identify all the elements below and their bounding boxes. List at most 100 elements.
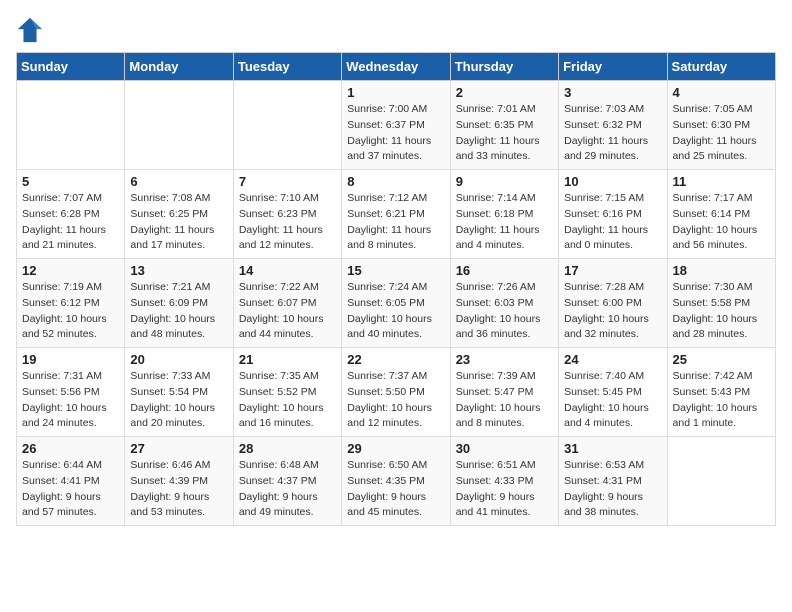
day-info: Sunrise: 6:51 AMSunset: 4:33 PMDaylight:… — [456, 458, 553, 521]
day-info: Sunrise: 7:28 AMSunset: 6:00 PMDaylight:… — [564, 280, 661, 343]
day-info: Sunrise: 6:50 AMSunset: 4:35 PMDaylight:… — [347, 458, 444, 521]
day-number: 4 — [673, 85, 770, 100]
day-info: Sunrise: 7:10 AMSunset: 6:23 PMDaylight:… — [239, 191, 336, 254]
day-info: Sunrise: 6:48 AMSunset: 4:37 PMDaylight:… — [239, 458, 336, 521]
day-info: Sunrise: 7:15 AMSunset: 6:16 PMDaylight:… — [564, 191, 661, 254]
day-info: Sunrise: 7:14 AMSunset: 6:18 PMDaylight:… — [456, 191, 553, 254]
day-header-monday: Monday — [125, 53, 233, 81]
calendar-cell: 2 Sunrise: 7:01 AMSunset: 6:35 PMDaylight… — [450, 81, 558, 170]
day-number: 3 — [564, 85, 661, 100]
day-number: 29 — [347, 441, 444, 456]
day-info: Sunrise: 7:39 AMSunset: 5:47 PMDaylight:… — [456, 369, 553, 432]
calendar-cell — [667, 437, 775, 526]
calendar-cell: 26Sunrise: 6:44 AMSunset: 4:41 PMDayligh… — [17, 437, 125, 526]
day-info: Sunrise: 7:31 AMSunset: 5:56 PMDaylight:… — [22, 369, 119, 432]
day-header-tuesday: Tuesday — [233, 53, 341, 81]
day-number: 2 — [456, 85, 553, 100]
day-info: Sunrise: 7:37 AMSunset: 5:50 PMDaylight:… — [347, 369, 444, 432]
calendar-cell — [233, 81, 341, 170]
calendar-cell: 23 Sunrise: 7:39 AMSunset: 5:47 PMDayligh… — [450, 348, 558, 437]
day-number: 14 — [239, 263, 336, 278]
day-number: 9 — [456, 174, 553, 189]
day-info: Sunrise: 7:30 AMSunset: 5:58 PMDaylight:… — [673, 280, 770, 343]
day-info: Sunrise: 7:01 AMSunset: 6:35 PMDaylight:… — [456, 102, 553, 165]
day-info: Sunrise: 7:19 AMSunset: 6:12 PMDaylight:… — [22, 280, 119, 343]
day-info: Sunrise: 7:22 AMSunset: 6:07 PMDaylight:… — [239, 280, 336, 343]
day-info: Sunrise: 7:17 AMSunset: 6:14 PMDaylight:… — [673, 191, 770, 254]
day-info: Sunrise: 7:08 AMSunset: 6:25 PMDaylight:… — [130, 191, 227, 254]
day-number: 24 — [564, 352, 661, 367]
day-info: Sunrise: 7:12 AMSunset: 6:21 PMDaylight:… — [347, 191, 444, 254]
calendar-cell: 3 Sunrise: 7:03 AMSunset: 6:32 PMDaylight… — [559, 81, 667, 170]
calendar-cell: 6 Sunrise: 7:08 AMSunset: 6:25 PMDaylight… — [125, 170, 233, 259]
day-number: 7 — [239, 174, 336, 189]
calendar-cell: 15 Sunrise: 7:24 AMSunset: 6:05 PMDayligh… — [342, 259, 450, 348]
calendar-cell: 27Sunrise: 6:46 AMSunset: 4:39 PMDayligh… — [125, 437, 233, 526]
day-number: 17 — [564, 263, 661, 278]
day-info: Sunrise: 7:33 AMSunset: 5:54 PMDaylight:… — [130, 369, 227, 432]
day-number: 30 — [456, 441, 553, 456]
day-info: Sunrise: 6:53 AMSunset: 4:31 PMDaylight:… — [564, 458, 661, 521]
day-number: 28 — [239, 441, 336, 456]
day-info: Sunrise: 7:03 AMSunset: 6:32 PMDaylight:… — [564, 102, 661, 165]
calendar-cell — [125, 81, 233, 170]
calendar-cell: 16 Sunrise: 7:26 AMSunset: 6:03 PMDayligh… — [450, 259, 558, 348]
day-number: 31 — [564, 441, 661, 456]
day-number: 21 — [239, 352, 336, 367]
calendar-cell: 31 Sunrise: 6:53 AMSunset: 4:31 PMDayligh… — [559, 437, 667, 526]
calendar-cell: 1Sunrise: 7:00 AMSunset: 6:37 PMDaylight… — [342, 81, 450, 170]
calendar-cell: 24 Sunrise: 7:40 AMSunset: 5:45 PMDayligh… — [559, 348, 667, 437]
calendar-cell: 8 Sunrise: 7:12 AMSunset: 6:21 PMDaylight… — [342, 170, 450, 259]
day-number: 12 — [22, 263, 119, 278]
day-number: 20 — [130, 352, 227, 367]
calendar-cell: 5 Sunrise: 7:07 AMSunset: 6:28 PMDaylight… — [17, 170, 125, 259]
day-number: 25 — [673, 352, 770, 367]
day-info: Sunrise: 7:42 AMSunset: 5:43 PMDaylight:… — [673, 369, 770, 432]
day-number: 6 — [130, 174, 227, 189]
calendar-cell: 13 Sunrise: 7:21 AMSunset: 6:09 PMDayligh… — [125, 259, 233, 348]
calendar-cell: 20 Sunrise: 7:33 AMSunset: 5:54 PMDayligh… — [125, 348, 233, 437]
calendar-cell: 25 Sunrise: 7:42 AMSunset: 5:43 PMDayligh… — [667, 348, 775, 437]
logo-icon — [16, 16, 44, 44]
day-number: 16 — [456, 263, 553, 278]
calendar-cell: 7 Sunrise: 7:10 AMSunset: 6:23 PMDaylight… — [233, 170, 341, 259]
day-info: Sunrise: 7:07 AMSunset: 6:28 PMDaylight:… — [22, 191, 119, 254]
day-number: 8 — [347, 174, 444, 189]
calendar-cell: 11Sunrise: 7:17 AMSunset: 6:14 PMDayligh… — [667, 170, 775, 259]
day-header-sunday: Sunday — [17, 53, 125, 81]
calendar-cell: 29 Sunrise: 6:50 AMSunset: 4:35 PMDayligh… — [342, 437, 450, 526]
day-info: Sunrise: 7:26 AMSunset: 6:03 PMDaylight:… — [456, 280, 553, 343]
calendar-cell: 10 Sunrise: 7:15 AMSunset: 6:16 PMDayligh… — [559, 170, 667, 259]
day-info: Sunrise: 7:35 AMSunset: 5:52 PMDaylight:… — [239, 369, 336, 432]
day-number: 1 — [347, 85, 444, 100]
day-header-saturday: Saturday — [667, 53, 775, 81]
calendar-cell: 21 Sunrise: 7:35 AMSunset: 5:52 PMDayligh… — [233, 348, 341, 437]
day-number: 19 — [22, 352, 119, 367]
day-number: 22 — [347, 352, 444, 367]
day-number: 23 — [456, 352, 553, 367]
day-number: 10 — [564, 174, 661, 189]
calendar-cell: 12 Sunrise: 7:19 AMSunset: 6:12 PMDayligh… — [17, 259, 125, 348]
calendar-cell: 30 Sunrise: 6:51 AMSunset: 4:33 PMDayligh… — [450, 437, 558, 526]
day-info: Sunrise: 7:40 AMSunset: 5:45 PMDaylight:… — [564, 369, 661, 432]
calendar-table: SundayMondayTuesdayWednesdayThursdayFrid… — [16, 52, 776, 526]
day-number: 13 — [130, 263, 227, 278]
calendar-cell: 19 Sunrise: 7:31 AMSunset: 5:56 PMDayligh… — [17, 348, 125, 437]
calendar-cell: 14 Sunrise: 7:22 AMSunset: 6:07 PMDayligh… — [233, 259, 341, 348]
page-header — [16, 16, 776, 44]
day-number: 26 — [22, 441, 119, 456]
calendar-cell: 18 Sunrise: 7:30 AMSunset: 5:58 PMDayligh… — [667, 259, 775, 348]
calendar-cell: 9 Sunrise: 7:14 AMSunset: 6:18 PMDaylight… — [450, 170, 558, 259]
day-number: 27 — [130, 441, 227, 456]
calendar-cell: 17 Sunrise: 7:28 AMSunset: 6:00 PMDayligh… — [559, 259, 667, 348]
calendar-cell: 22 Sunrise: 7:37 AMSunset: 5:50 PMDayligh… — [342, 348, 450, 437]
day-number: 5 — [22, 174, 119, 189]
logo — [16, 16, 48, 44]
day-number: 15 — [347, 263, 444, 278]
day-info: Sunrise: 7:21 AMSunset: 6:09 PMDaylight:… — [130, 280, 227, 343]
day-header-wednesday: Wednesday — [342, 53, 450, 81]
day-header-friday: Friday — [559, 53, 667, 81]
day-info: Sunrise: 7:24 AMSunset: 6:05 PMDaylight:… — [347, 280, 444, 343]
day-info: Sunrise: 7:05 AMSunset: 6:30 PMDaylight:… — [673, 102, 770, 165]
day-number: 18 — [673, 263, 770, 278]
